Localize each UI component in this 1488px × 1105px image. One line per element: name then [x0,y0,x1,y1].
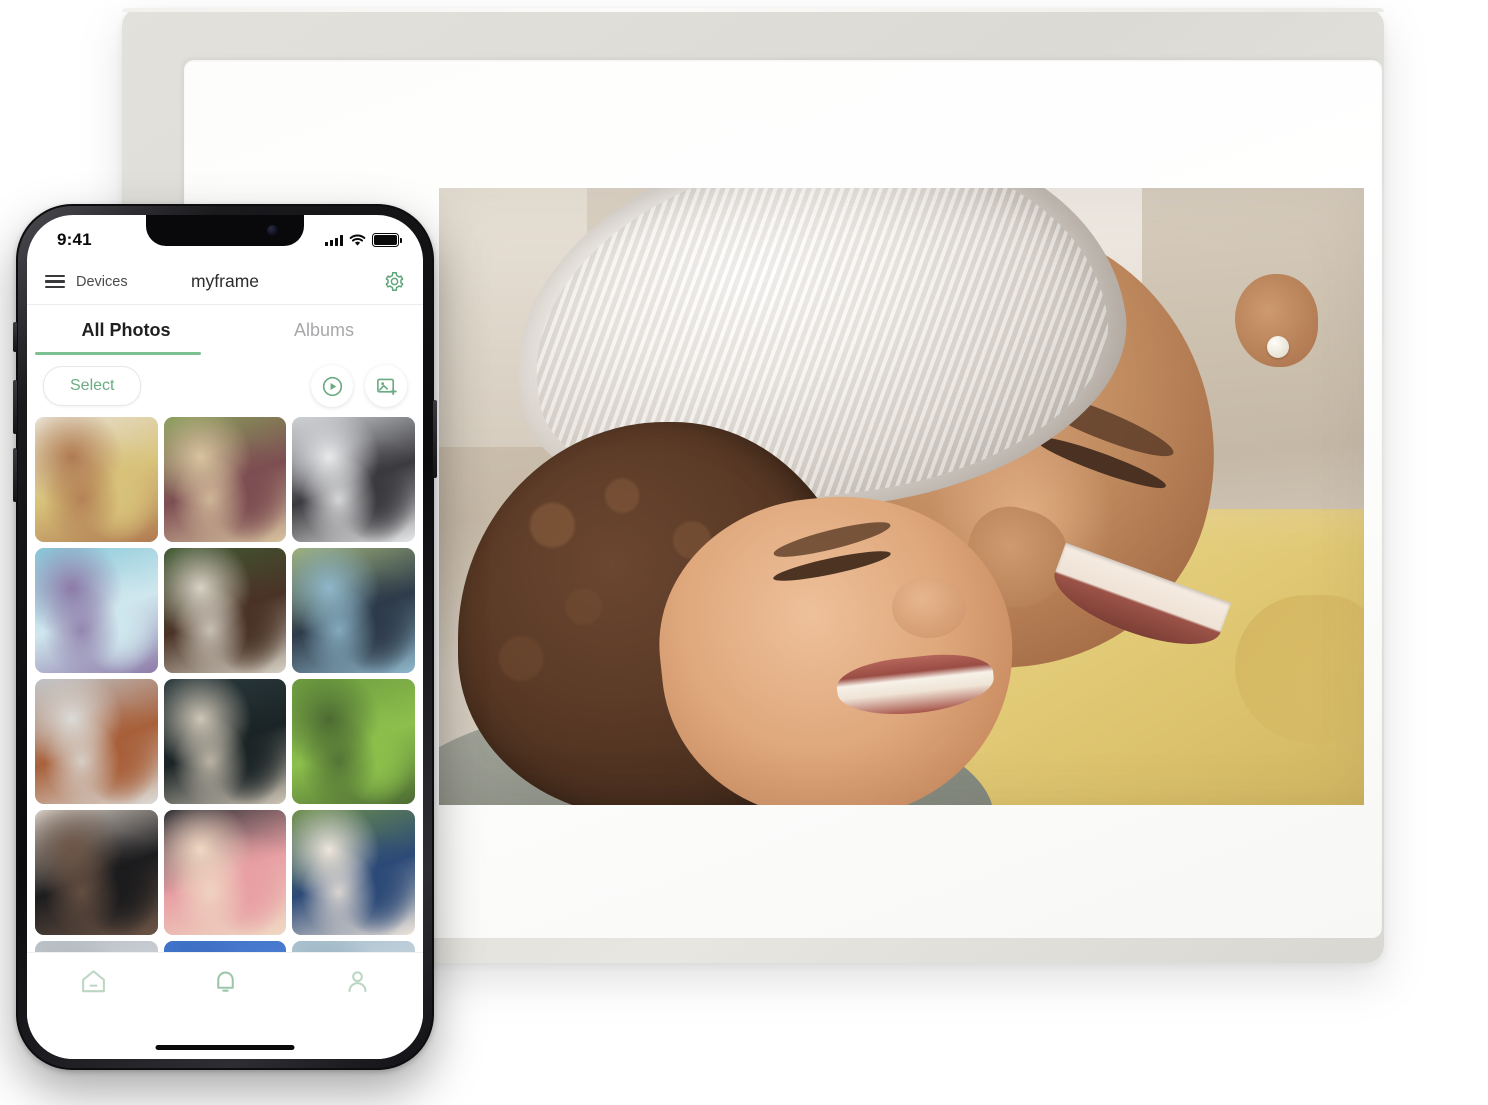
devices-link[interactable]: Devices [76,274,128,290]
photo-thumbnail[interactable] [35,417,158,542]
photo-thumbnail[interactable] [163,679,287,804]
photo-thumbnail[interactable] [163,810,287,935]
photo-thumbnail-subject [163,548,287,673]
photo-thumbnail[interactable] [35,810,158,935]
tab-bar-profile[interactable] [291,967,423,996]
home-indicator [155,1045,295,1050]
tab-all-photos[interactable]: All Photos [27,305,225,355]
person-icon [347,971,367,993]
photo-thumbnail-subject [35,810,158,935]
tab-strip: All Photos Albums [27,305,423,356]
photo-thumbnail[interactable] [35,548,158,673]
photo-thumbnail-subject [163,810,287,935]
smartphone: 9:41 Devices myframe All Photos Albums S… [13,204,437,1070]
photo-thumbnail-subject [292,810,415,935]
page-title: myframe [190,271,260,291]
gear-icon[interactable] [384,271,405,292]
photo-thumbnail-subject [292,417,415,542]
photo-thumbnail[interactable] [292,548,415,673]
photo-thumbnail-subject [163,679,287,804]
photo-thumbnail-subject [163,417,287,542]
photo-thumbnail[interactable] [163,417,287,542]
photo-thumbnail[interactable] [35,679,158,804]
photo-thumbnail[interactable] [292,417,415,542]
bell-icon [216,971,234,992]
tab-bar-home[interactable] [27,967,159,996]
hamburger-menu-icon[interactable] [45,274,65,289]
phone-notch [146,215,304,246]
product-scene: 9:41 Devices myframe All Photos Albums S… [0,0,1488,1105]
silent-switch[interactable] [13,322,17,352]
phone-screen: 9:41 Devices myframe All Photos Albums S… [27,215,423,1059]
action-icons [311,365,407,407]
add-photos-button[interactable] [365,365,407,407]
bottom-tab-bar [27,953,423,1059]
app-header: Devices myframe [27,259,423,305]
action-bar: Select [27,355,423,417]
tab-bar-notifications[interactable] [159,967,291,996]
photo-thumbnail-subject [35,679,158,804]
status-time: 9:41 [57,230,92,249]
play-circle-icon [322,376,342,396]
photo-thumbnail-subject [35,548,158,673]
frame-bezel-highlight [122,8,1384,12]
photo-thumbnail-subject [292,548,415,673]
photo-thumbnail[interactable] [292,810,415,935]
volume-up-button[interactable] [13,380,17,434]
front-camera-icon [267,225,278,236]
play-slideshow-button[interactable] [311,365,353,407]
photo-grid[interactable] [27,417,423,967]
status-icons [325,233,402,247]
tab-albums[interactable]: Albums [225,305,423,355]
signal-bars-icon [325,234,343,246]
photo-thumbnail[interactable] [163,548,287,673]
home-icon [81,970,105,993]
power-button[interactable] [433,400,437,478]
select-button[interactable]: Select [43,366,142,406]
frame-display [439,188,1364,805]
hero-child-nose [892,576,967,639]
frame-hero-photo [439,188,1364,805]
add-photo-icon [376,378,397,395]
photo-thumbnail[interactable] [292,679,415,804]
battery-full-icon [372,233,402,247]
wifi-icon [349,234,366,246]
photo-thumbnail-subject [35,417,158,542]
volume-down-button[interactable] [13,448,17,502]
photo-thumbnail-subject [292,679,415,804]
